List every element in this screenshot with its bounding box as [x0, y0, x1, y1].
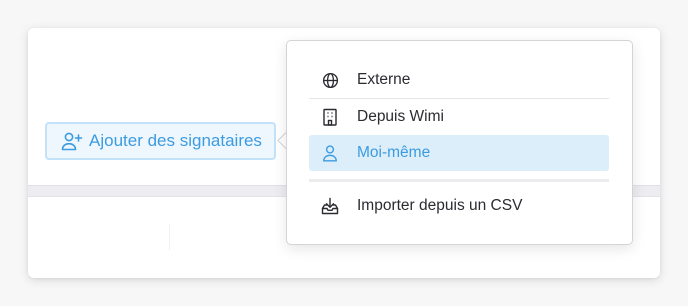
- signatory-source-menu: Externe Depuis Wimi Moi-même Importer de…: [286, 40, 633, 245]
- menu-item-depuis-wimi[interactable]: Depuis Wimi: [309, 99, 609, 135]
- screen: Ajouter des signataires Externe Depuis W…: [0, 0, 688, 306]
- user-icon: [321, 144, 339, 162]
- globe-icon: [321, 71, 339, 89]
- column-divider: [169, 224, 170, 250]
- download-tray-icon: [321, 197, 339, 215]
- menu-item-import-csv[interactable]: Importer depuis un CSV: [309, 188, 609, 224]
- menu-item-moi-meme[interactable]: Moi-même: [309, 135, 609, 171]
- menu-separator: [309, 179, 609, 182]
- menu-item-label: Importer depuis un CSV: [357, 197, 523, 214]
- add-signatories-label: Ajouter des signataires: [89, 131, 262, 150]
- menu-item-label: Moi-même: [357, 144, 431, 161]
- add-signatories-button[interactable]: Ajouter des signataires: [45, 122, 276, 160]
- user-plus-icon: [61, 131, 83, 151]
- menu-item-externe[interactable]: Externe: [309, 62, 609, 98]
- menu-item-label: Depuis Wimi: [357, 108, 444, 125]
- building-icon: [321, 108, 339, 126]
- menu-item-label: Externe: [357, 71, 411, 88]
